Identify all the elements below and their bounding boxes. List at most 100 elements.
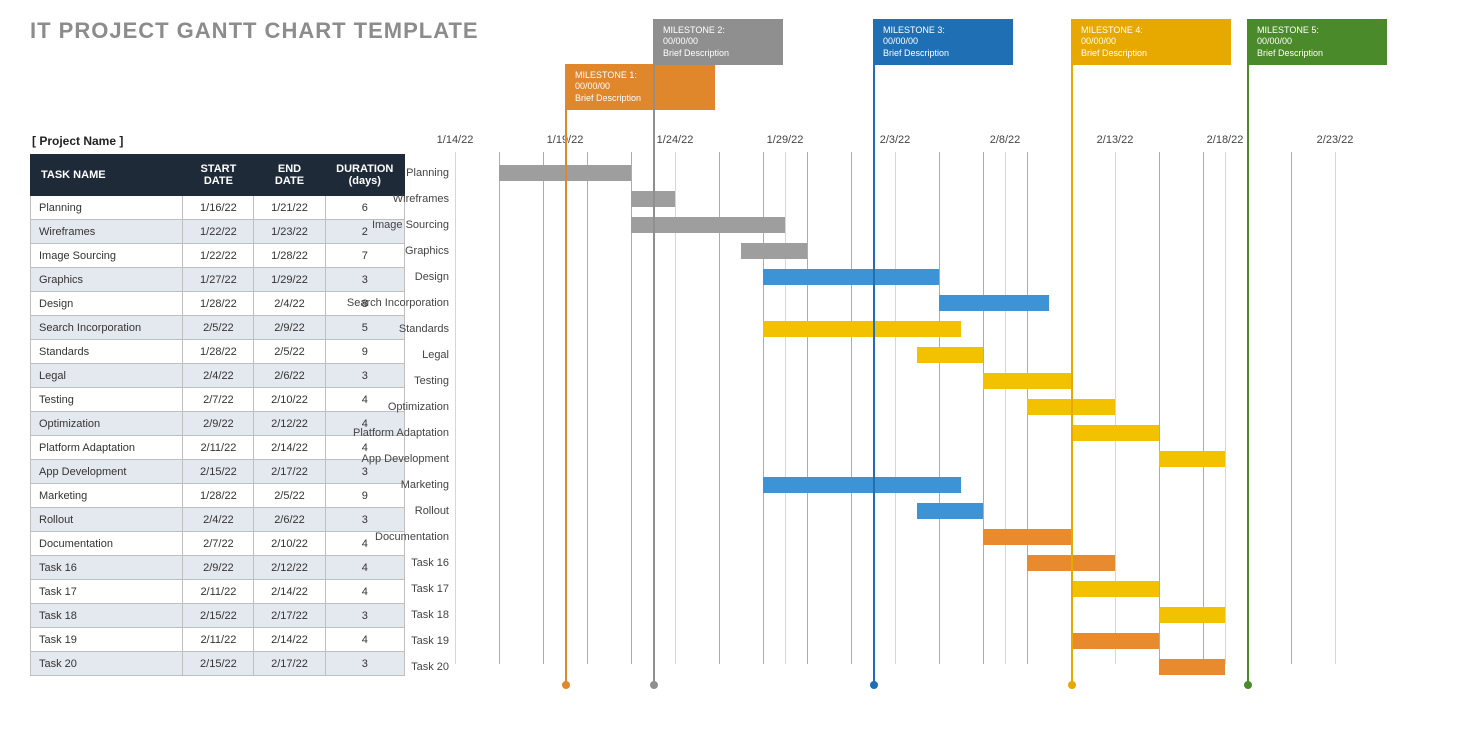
cell-start: 2/9/22 bbox=[183, 556, 254, 580]
cell-start: 2/7/22 bbox=[183, 388, 254, 412]
axis-date-label: 2/23/22 bbox=[1317, 134, 1354, 146]
minor-gridline bbox=[1291, 152, 1292, 664]
cell-dur: 5 bbox=[325, 316, 404, 340]
milestone-date: 00/00/00 bbox=[663, 36, 773, 47]
cell-start: 2/15/22 bbox=[183, 652, 254, 676]
table-row: Image Sourcing1/22/221/28/227 bbox=[31, 244, 405, 268]
axis-date-label: 2/3/22 bbox=[880, 134, 911, 146]
gantt-bar bbox=[917, 503, 983, 519]
cell-task: Task 18 bbox=[31, 604, 183, 628]
milestone-flag: MILESTONE 2:00/00/00Brief Description bbox=[653, 19, 783, 65]
cell-start: 2/4/22 bbox=[183, 508, 254, 532]
cell-task: Planning bbox=[31, 196, 183, 220]
cell-task: Standards bbox=[31, 340, 183, 364]
gantt-bar bbox=[917, 347, 983, 363]
minor-gridline bbox=[807, 152, 808, 664]
major-gridline bbox=[1225, 152, 1226, 664]
cell-start: 2/11/22 bbox=[183, 580, 254, 604]
gantt-bar bbox=[1159, 659, 1225, 675]
minor-gridline bbox=[939, 152, 940, 664]
cell-start: 2/9/22 bbox=[183, 412, 254, 436]
table-row: Platform Adaptation2/11/222/14/224 bbox=[31, 436, 405, 460]
minor-gridline bbox=[851, 152, 852, 664]
gantt-bar bbox=[983, 373, 1071, 389]
major-gridline bbox=[1335, 152, 1336, 664]
table-row: Documentation2/7/222/10/224 bbox=[31, 532, 405, 556]
axis-date-label: 1/24/22 bbox=[657, 134, 694, 146]
th-duration: DURATION (days) bbox=[325, 155, 404, 196]
cell-end: 2/6/22 bbox=[254, 364, 325, 388]
cell-task: Marketing bbox=[31, 484, 183, 508]
minor-gridline bbox=[1203, 152, 1204, 664]
axis-date-label: 1/29/22 bbox=[767, 134, 804, 146]
gantt-row-label: Documentation bbox=[375, 531, 449, 543]
cell-end: 2/10/22 bbox=[254, 388, 325, 412]
major-gridline bbox=[455, 152, 456, 664]
minor-gridline bbox=[1159, 152, 1160, 664]
gantt-bar bbox=[763, 321, 961, 337]
axis-date-label: 2/18/22 bbox=[1207, 134, 1244, 146]
milestone-line bbox=[565, 72, 567, 684]
cell-start: 2/11/22 bbox=[183, 436, 254, 460]
milestone-flag: MILESTONE 3:00/00/00Brief Description bbox=[873, 19, 1013, 65]
th-start: START DATE bbox=[183, 155, 254, 196]
cell-dur: 7 bbox=[325, 244, 404, 268]
minor-gridline bbox=[543, 152, 544, 664]
cell-task: Rollout bbox=[31, 508, 183, 532]
table-row: Planning1/16/221/21/226 bbox=[31, 196, 405, 220]
gantt-row-label: Platform Adaptation bbox=[353, 427, 449, 439]
cell-end: 2/17/22 bbox=[254, 604, 325, 628]
cell-end: 1/28/22 bbox=[254, 244, 325, 268]
milestone-line bbox=[1247, 24, 1249, 684]
th-task: TASK NAME bbox=[31, 155, 183, 196]
gantt-row-label: Optimization bbox=[388, 401, 449, 413]
gantt-row-label: Task 16 bbox=[411, 557, 449, 569]
gantt-row-label: Rollout bbox=[415, 505, 449, 517]
milestone-line bbox=[873, 24, 875, 684]
project-name-label: [ Project Name ] bbox=[32, 134, 405, 148]
cell-start: 2/5/22 bbox=[183, 316, 254, 340]
cell-dur: 3 bbox=[325, 604, 404, 628]
cell-end: 2/14/22 bbox=[254, 580, 325, 604]
milestone-date: 00/00/00 bbox=[1081, 36, 1221, 47]
task-table: TASK NAME START DATE END DATE DURATION (… bbox=[30, 154, 405, 676]
milestone-desc: Brief Description bbox=[883, 48, 1003, 59]
milestone-flag: MILESTONE 1:00/00/00Brief Description bbox=[565, 64, 715, 110]
table-row: Testing2/7/222/10/224 bbox=[31, 388, 405, 412]
cell-start: 1/22/22 bbox=[183, 220, 254, 244]
table-row: Rollout2/4/222/6/223 bbox=[31, 508, 405, 532]
gantt-row-label: Planning bbox=[406, 167, 449, 179]
cell-end: 1/21/22 bbox=[254, 196, 325, 220]
cell-start: 1/27/22 bbox=[183, 268, 254, 292]
gantt-row-label: Task 17 bbox=[411, 583, 449, 595]
cell-dur: 3 bbox=[325, 364, 404, 388]
table-row: Task 202/15/222/17/223 bbox=[31, 652, 405, 676]
cell-start: 1/28/22 bbox=[183, 292, 254, 316]
table-row: Search Incorporation2/5/222/9/225 bbox=[31, 316, 405, 340]
cell-end: 2/9/22 bbox=[254, 316, 325, 340]
cell-task: Task 16 bbox=[31, 556, 183, 580]
table-row: Marketing1/28/222/5/229 bbox=[31, 484, 405, 508]
gantt-bar bbox=[1159, 607, 1225, 623]
table-row: Standards1/28/222/5/229 bbox=[31, 340, 405, 364]
milestone-desc: Brief Description bbox=[1257, 48, 1377, 59]
cell-dur: 3 bbox=[325, 268, 404, 292]
cell-dur: 3 bbox=[325, 652, 404, 676]
gantt-bar bbox=[763, 477, 961, 493]
gantt-chart-panel: 1/14/221/19/221/24/221/29/222/3/222/8/22… bbox=[455, 134, 1455, 674]
minor-gridline bbox=[587, 152, 588, 664]
milestone-name: MILESTONE 1: bbox=[575, 70, 705, 81]
gantt-bar bbox=[1071, 633, 1159, 649]
cell-task: Image Sourcing bbox=[31, 244, 183, 268]
layout: [ Project Name ] TASK NAME START DATE EN… bbox=[30, 134, 1441, 676]
axis-date-label: 1/14/22 bbox=[437, 134, 474, 146]
cell-end: 2/17/22 bbox=[254, 460, 325, 484]
cell-task: Wireframes bbox=[31, 220, 183, 244]
major-gridline bbox=[1005, 152, 1006, 664]
gantt-row-label: Testing bbox=[414, 375, 449, 387]
milestone-desc: Brief Description bbox=[663, 48, 773, 59]
gantt-bar bbox=[983, 529, 1071, 545]
gantt-row-label: Legal bbox=[422, 349, 449, 361]
gantt-row-label: Marketing bbox=[401, 479, 449, 491]
table-row: Legal2/4/222/6/223 bbox=[31, 364, 405, 388]
